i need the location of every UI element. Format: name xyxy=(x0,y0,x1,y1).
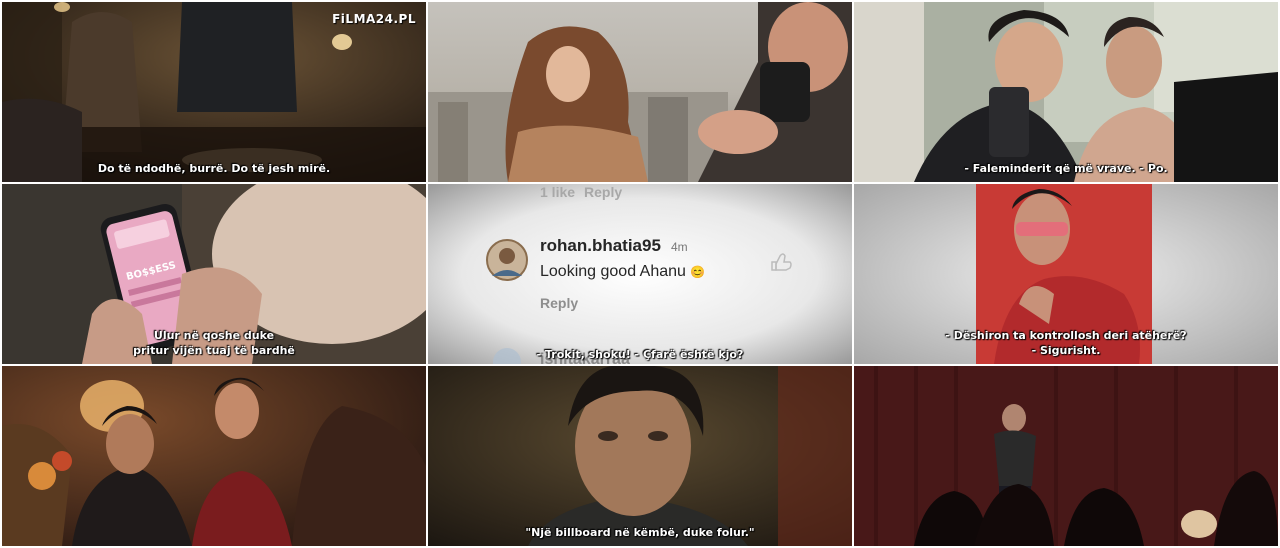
subtitle: Do të ndodhë, burrë. Do të jesh mirë. xyxy=(2,161,426,176)
closeup-scene-image xyxy=(428,366,852,546)
site-watermark: FiLMA24.PL xyxy=(332,12,416,26)
subtitle-line: - Dëshiron ta kontrollosh deri atëherë? xyxy=(945,329,1187,342)
subtitle-line: - Trokit, shoku! - Çfarë është kjo? xyxy=(536,348,744,361)
frame-red-portrait: - Dëshiron ta kontrollosh deri atëherë? … xyxy=(854,184,1278,364)
subtitle: - Dëshiron ta kontrollosh deri atëherë? … xyxy=(854,328,1278,358)
stage-scene-image xyxy=(854,366,1278,546)
comment-username[interactable]: rohan.bhatia95 xyxy=(540,236,661,256)
likes-count: 1 like xyxy=(540,184,576,200)
subtitle-line: pritur vijën tuaj të bardhë xyxy=(133,344,295,357)
comment-body: Looking good Ahanu xyxy=(540,263,686,280)
subtitle-line: Ulur në qoshe duke xyxy=(153,329,275,342)
smile-emoji-icon: 😊 xyxy=(690,265,706,279)
frame-rooftop-photo xyxy=(428,2,852,182)
rooftop-scene-image xyxy=(428,2,852,182)
reply-link[interactable]: Reply xyxy=(540,295,578,311)
reply-link-top[interactable]: Reply xyxy=(584,184,622,200)
subtitle-line: Do të ndodhë, burrë. Do të jesh mirë. xyxy=(97,162,331,175)
subtitle: "Një billboard në këmbë, duke folur." xyxy=(428,525,852,540)
subtitle: - Trokit, shoku! - Çfarë është kjo? xyxy=(428,347,852,362)
frame-phone-screen: BO$$ESS Ulur në qoshe duke pritur vijën … xyxy=(2,184,426,364)
subtitle-line: "Një billboard në këmbë, duke folur." xyxy=(525,526,755,539)
subtitle-line: - Sigurisht. xyxy=(1031,344,1101,357)
screenshot-contact-sheet: FiLMA24.PL Do të ndodhë, burrë. Do të je… xyxy=(0,0,1280,548)
subtitle: - Faleminderit që më vrave. - Po. xyxy=(854,161,1278,176)
frame-lounge xyxy=(2,366,426,546)
couple-phone-scene-image xyxy=(854,2,1278,182)
comment-text: Looking good Ahanu 😊 xyxy=(540,263,705,281)
comment-time: 4m xyxy=(671,240,688,254)
frame-phone-selfie: - Faleminderit që më vrave. - Po. xyxy=(854,2,1278,182)
subtitle-line: - Faleminderit që më vrave. - Po. xyxy=(964,162,1168,175)
frame-instagram-comment: 1 like Reply rohan.bhatia95 4m Looking g… xyxy=(428,184,852,364)
subtitle: Ulur në qoshe duke pritur vijën tuaj të … xyxy=(2,328,426,358)
frame-bar-scene: FiLMA24.PL Do të ndodhë, burrë. Do të je… xyxy=(2,2,426,182)
bar-scene-image xyxy=(2,2,426,182)
frame-closeup: "Një billboard në këmbë, duke folur." xyxy=(428,366,852,546)
frame-stage xyxy=(854,366,1278,546)
lounge-scene-image xyxy=(2,366,426,546)
